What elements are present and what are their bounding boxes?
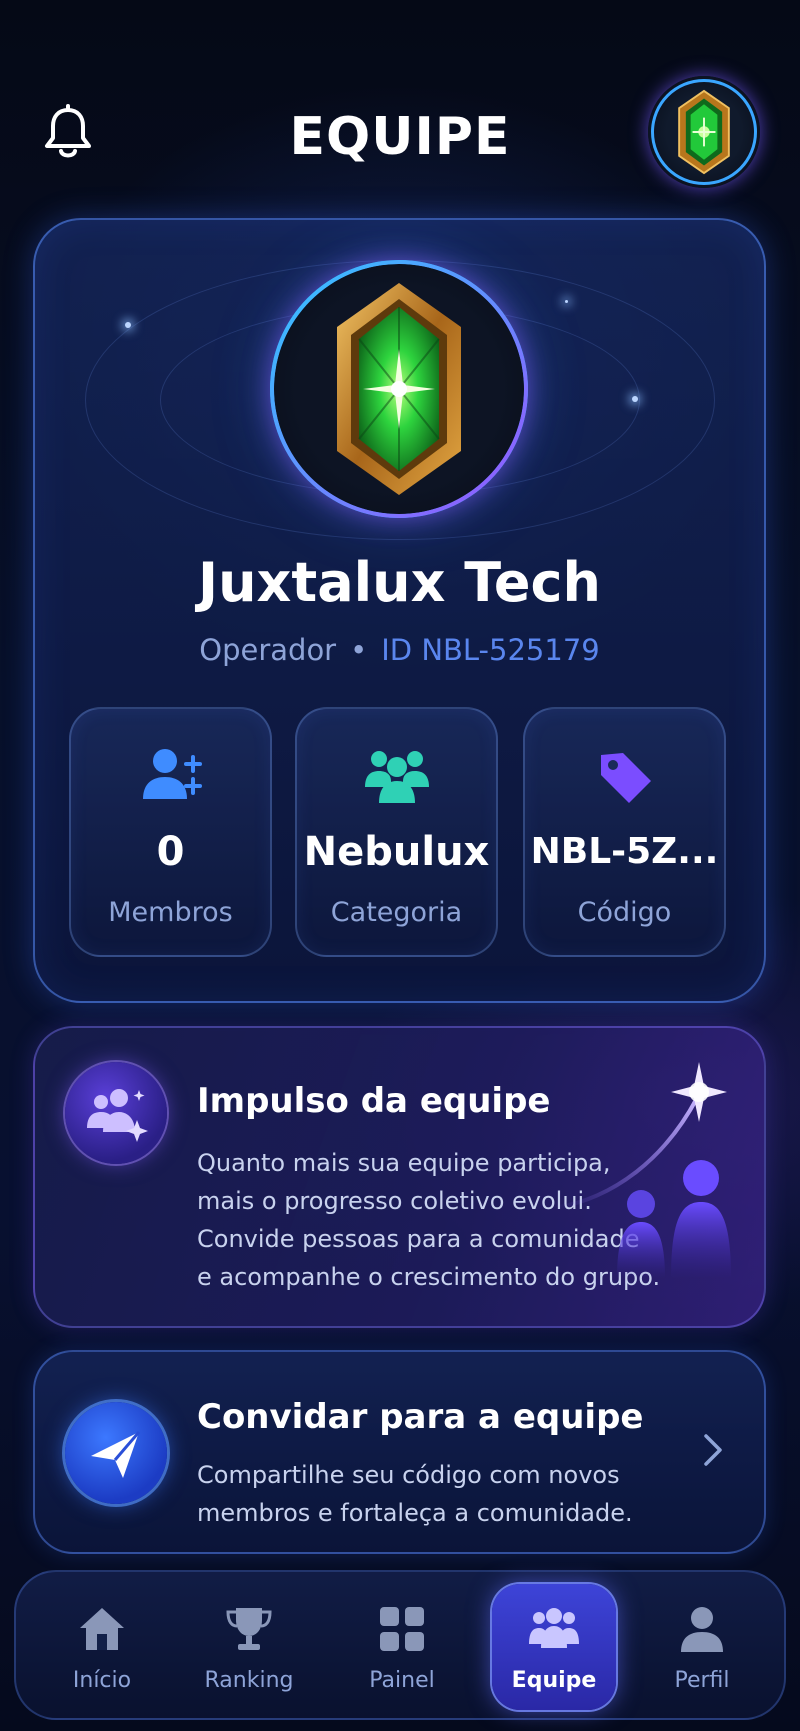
emerald-badge-icon xyxy=(337,283,461,495)
boost-line: mais o progresso coletivo evolui. xyxy=(197,1187,592,1215)
members-label: Membros xyxy=(108,897,233,928)
group-icon xyxy=(364,751,429,803)
stat-card-category[interactable]: Nebulux Categoria xyxy=(295,707,498,957)
nav-item-perfil[interactable]: Perfil xyxy=(640,1584,764,1710)
bottom-navigation: Início Ranking Painel Equipe Perfil xyxy=(14,1570,786,1720)
team-profile-card: Juxtalux Tech Operador • ID NBL-525179 0 M… xyxy=(33,218,766,1003)
invite-title: Convidar para a equipe xyxy=(197,1397,644,1437)
invite-icon-container xyxy=(65,1402,167,1504)
code-value: NBL-5Z... xyxy=(530,831,719,872)
invite-line: Compartilhe seu código com novos xyxy=(197,1461,620,1489)
trophy-icon xyxy=(226,1608,272,1650)
nav-label: Equipe xyxy=(511,1668,597,1693)
boost-line: Quanto mais sua equipe participa, xyxy=(197,1149,611,1177)
invite-card[interactable]: Convidar para a equipe Compartilhe seu c… xyxy=(33,1350,766,1554)
nav-item-inicio[interactable]: Início xyxy=(40,1584,164,1710)
nav-label: Início xyxy=(72,1668,132,1693)
nav-label: Painel xyxy=(369,1668,435,1693)
code-label: Código xyxy=(577,897,672,928)
category-label: Categoria xyxy=(330,897,463,928)
avatar[interactable] xyxy=(648,76,760,188)
team-sparkle-icon xyxy=(87,1089,148,1142)
team-boost-card: Impulso da equipe Quanto mais sua equipe… xyxy=(33,1026,766,1328)
separator: • xyxy=(350,633,368,667)
send-icon xyxy=(91,1431,141,1478)
nav-item-equipe[interactable]: Equipe xyxy=(492,1584,616,1710)
team-id: ID NBL-525179 xyxy=(381,633,600,667)
category-value: Nebulux xyxy=(303,829,490,875)
nav-item-painel[interactable]: Painel xyxy=(340,1584,464,1710)
header: EQUIPE xyxy=(0,0,800,200)
grid-icon xyxy=(380,1607,424,1651)
stat-card-code[interactable]: NBL-5Z... Código xyxy=(523,707,726,957)
emerald-badge-icon xyxy=(678,89,730,175)
nav-label: Ranking xyxy=(204,1668,294,1693)
rising-star-illustration xyxy=(555,1062,731,1278)
star-decoration xyxy=(565,300,568,303)
tag-icon xyxy=(600,753,651,803)
team-role: Operador xyxy=(199,633,337,667)
members-count: 0 xyxy=(156,829,185,875)
user-plus-icon xyxy=(142,749,202,799)
nav-label: Perfil xyxy=(674,1668,730,1693)
nav-item-ranking[interactable]: Ranking xyxy=(187,1584,311,1710)
team-name: Juxtalux Tech xyxy=(198,551,601,614)
user-icon xyxy=(681,1607,723,1652)
stat-card-members[interactable]: 0 Membros xyxy=(69,707,272,957)
boost-title: Impulso da equipe xyxy=(197,1081,551,1121)
team-badge xyxy=(274,264,524,514)
team-subline: Operador • ID NBL-525179 xyxy=(35,630,764,670)
team-icon xyxy=(529,1608,579,1648)
invite-line: membros e fortaleça a comunidade. xyxy=(197,1499,633,1527)
home-icon xyxy=(80,1608,124,1650)
chevron-right-icon[interactable] xyxy=(701,1430,725,1470)
star-decoration xyxy=(632,396,638,402)
boost-icon-container xyxy=(65,1062,167,1164)
star-decoration xyxy=(125,322,131,328)
